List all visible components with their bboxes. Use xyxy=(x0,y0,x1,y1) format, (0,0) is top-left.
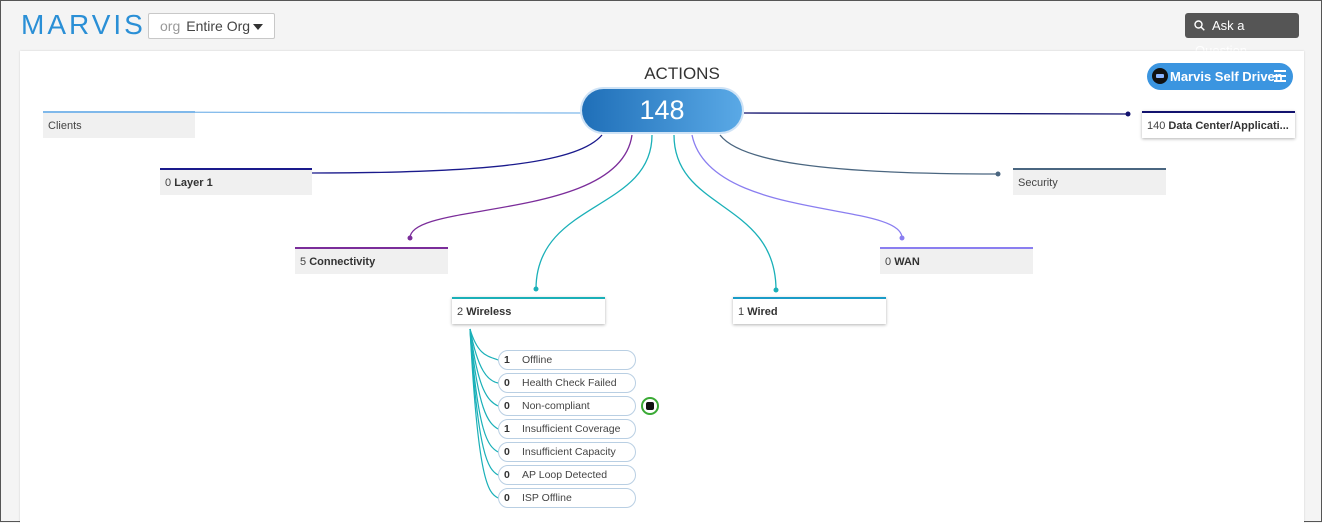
category-count: 0 xyxy=(885,256,892,268)
self-driving-robot-icon[interactable] xyxy=(641,397,659,415)
category-wired[interactable]: 1 Wired xyxy=(733,297,886,324)
ask-question-button[interactable]: Ask a Question xyxy=(1185,13,1299,58)
wireless-item-isp-offline[interactable]: 0 ISP Offline xyxy=(498,488,636,508)
wireless-item-non-compliant[interactable]: 0 Non-compliant xyxy=(498,396,636,416)
category-wan[interactable]: 0 WAN xyxy=(880,247,1033,274)
wireless-item-insufficient-coverage[interactable]: 1 Insufficient Coverage xyxy=(498,419,636,439)
org-select[interactable]: org Entire Org xyxy=(148,13,275,39)
menu-icon[interactable] xyxy=(1274,70,1286,82)
category-wireless[interactable]: 2 Wireless xyxy=(452,297,605,324)
category-count: 5 xyxy=(300,256,307,268)
actions-panel: ACTIONS 148 Marvis Self Driven Clients 0… xyxy=(20,51,1304,523)
category-clients[interactable]: Clients xyxy=(43,111,195,138)
category-count: 1 xyxy=(738,306,745,318)
actions-title: ACTIONS xyxy=(644,64,720,83)
wireless-item-ap-loop[interactable]: 0 AP Loop Detected xyxy=(498,465,636,485)
item-label: Offline xyxy=(522,354,553,366)
top-bar: MARVIS org Entire Org Ask a Question xyxy=(1,1,1321,58)
item-count: 0 xyxy=(504,492,510,504)
category-security[interactable]: Security xyxy=(1013,168,1166,195)
item-label: Insufficient Capacity xyxy=(522,446,616,458)
item-label: AP Loop Detected xyxy=(522,469,608,481)
category-datacenter[interactable]: 140 Data Center/Applicati... xyxy=(1142,111,1295,138)
robot-icon xyxy=(1152,68,1168,84)
category-connectivity[interactable]: 5 Connectivity xyxy=(295,247,448,274)
wireless-item-insufficient-capacity[interactable]: 0 Insufficient Capacity xyxy=(498,442,636,462)
search-icon xyxy=(1194,20,1205,31)
item-count: 0 xyxy=(504,400,510,412)
marvis-logo: MARVIS xyxy=(21,9,146,40)
item-label: Insufficient Coverage xyxy=(522,423,621,435)
category-label: Security xyxy=(1018,177,1058,189)
category-label: Clients xyxy=(48,120,82,132)
actions-total-button[interactable]: 148 xyxy=(582,89,742,132)
item-count: 1 xyxy=(504,354,510,366)
category-label: Connectivity xyxy=(309,256,376,268)
caret-down-icon xyxy=(253,24,263,30)
item-count: 0 xyxy=(504,377,510,389)
org-select-prefix: org xyxy=(160,18,181,34)
category-label: Layer 1 xyxy=(174,177,213,189)
item-count: 0 xyxy=(504,469,510,481)
category-count: 2 xyxy=(457,306,464,318)
category-count: 0 xyxy=(165,177,172,189)
category-count: 140 xyxy=(1147,120,1166,132)
category-label: Data Center/Applicati... xyxy=(1168,120,1289,132)
item-label: Health Check Failed xyxy=(522,377,617,389)
category-layer1[interactable]: 0 Layer 1 xyxy=(160,168,312,195)
wireless-item-health-check[interactable]: 0 Health Check Failed xyxy=(498,373,636,393)
item-count: 1 xyxy=(504,423,510,435)
org-select-value: Entire Org xyxy=(186,18,251,34)
item-label: Non-compliant xyxy=(522,400,590,412)
category-label: Wired xyxy=(747,306,778,318)
category-label: Wireless xyxy=(466,306,512,318)
item-count: 0 xyxy=(504,446,510,458)
self-driven-button[interactable]: Marvis Self Driven xyxy=(1147,63,1293,90)
item-label: ISP Offline xyxy=(522,492,572,504)
category-label: WAN xyxy=(894,256,920,268)
self-driven-label: Marvis Self Driven xyxy=(1170,69,1283,84)
wireless-item-offline[interactable]: 1 Offline xyxy=(498,350,636,370)
